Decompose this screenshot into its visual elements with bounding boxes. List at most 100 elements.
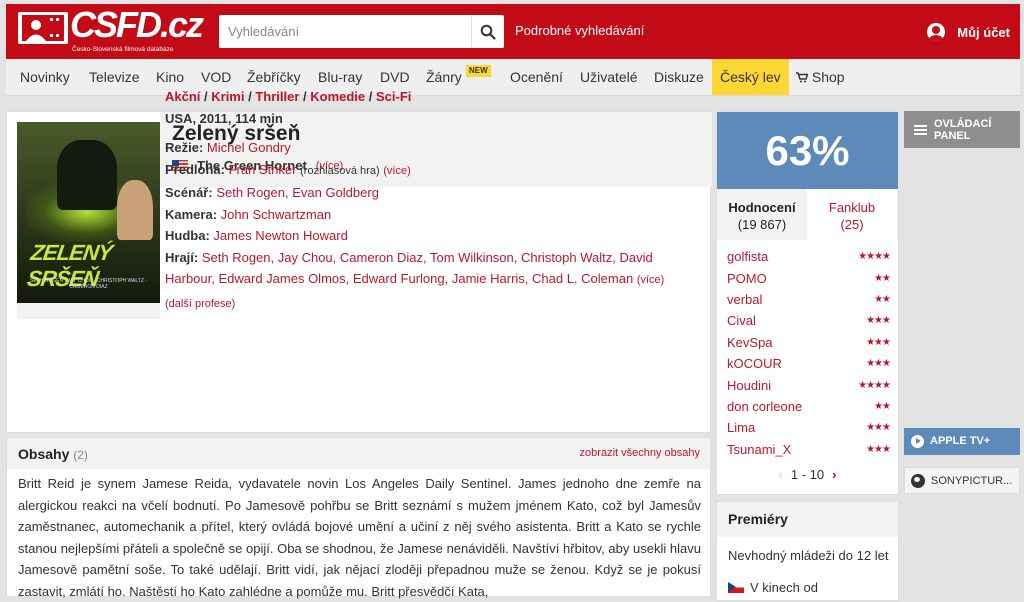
user-link[interactable]: Cival (727, 313, 756, 328)
user-link[interactable]: verbal (727, 292, 762, 307)
control-panel-label: OVLÁDACÍ PANEL (934, 118, 992, 142)
list-item: POMO ★★ (727, 267, 891, 288)
user-link[interactable]: Houdini (727, 378, 771, 393)
star-rating: ★★★ (866, 358, 891, 370)
more-link[interactable]: (více) (637, 274, 665, 286)
genre-link[interactable]: Komedie (310, 89, 365, 104)
control-panel-button[interactable]: OVLÁDACÍ PANEL (904, 111, 1020, 148)
cz-flag-icon (728, 582, 744, 593)
new-badge: NEW (466, 65, 491, 77)
more-professions-link[interactable]: (další profese) (165, 298, 235, 310)
rating-pager: ‹ 1 - 10 › (717, 467, 898, 482)
list-item: KevSpa ★★★ (727, 332, 891, 353)
list-item: Lima ★★★ (727, 417, 891, 438)
star-rating: ★★★★ (858, 251, 891, 263)
apple-tv-label: APPLE TV+ (930, 435, 991, 447)
cart-icon (796, 72, 809, 83)
user-link[interactable]: don corleone (727, 399, 802, 414)
genre-link[interactable]: Akční (165, 89, 200, 104)
advanced-search-link[interactable]: Podrobné vyhledávání (515, 23, 644, 38)
globe-icon (911, 474, 925, 488)
list-item: verbal ★★ (727, 289, 891, 310)
genre-link[interactable]: Sci-Fi (376, 89, 411, 104)
genre-link[interactable]: Krimi (211, 89, 244, 104)
page-range: 1 - 10 (790, 467, 825, 482)
account-label: Můj účet (957, 24, 1010, 40)
star-rating: ★★★ (866, 336, 891, 348)
rating-box: 63% Hodnocení (19 867) Fanklub (25) golfis… (716, 111, 899, 495)
tab-fanclub[interactable]: Fanklub (25) (807, 189, 897, 240)
user-link[interactable]: POMO (727, 271, 767, 286)
person-link[interactable]: James Newton Howard (213, 228, 347, 243)
star-rating: ★★ (874, 293, 891, 305)
film-poster[interactable]: ZELENÝ SRŠEŇ SETH ROGEN · JAY CHOU · CHR… (17, 122, 160, 319)
crew-camera: Kamera: John Schwartzman (165, 206, 332, 222)
search-icon (480, 24, 496, 40)
user-link[interactable]: golfista (727, 249, 768, 264)
user-link[interactable]: KevSpa (727, 335, 773, 350)
film-logo-icon (18, 12, 68, 44)
site-logo[interactable]: CSFD.cz Česko-Slovenská filmová databáze (18, 4, 204, 54)
person-link[interactable]: Seth Rogen, Evan Goldberg (216, 185, 379, 200)
account-menu[interactable]: Můj účet (927, 23, 1010, 41)
list-item: golfista ★★★★ (727, 246, 891, 267)
genre-link[interactable]: Thriller (255, 89, 299, 104)
star-rating: ★★★ (866, 443, 891, 455)
crew-writers: Scénář: Seth Rogen, Evan Goldberg (165, 185, 379, 200)
search-button[interactable] (471, 15, 504, 48)
summary-text: Britt Reid je synem Jamese Reida, vydava… (18, 476, 701, 599)
cinema-release: V kinech od (728, 580, 818, 595)
tab-ratings[interactable]: Hodnocení (19 867) (717, 189, 807, 240)
list-item: kOCOUR ★★★ (727, 353, 891, 374)
show-all-summaries-link[interactable]: zobrazit všechny obsahy (580, 447, 700, 459)
premieres-box: Premiéry Nevhodný mládeži do 12 let V ki… (716, 501, 899, 601)
age-rating: Nevhodný mládeži do 12 let (728, 548, 889, 563)
person-link[interactable]: Michel Gondry (207, 140, 291, 155)
sony-pictures-label: SONYPICTUR... (931, 475, 1013, 487)
list-item: don corleone ★★ (727, 396, 891, 417)
person-link[interactable]: John Schwartzman (221, 207, 332, 222)
search-box (219, 15, 504, 48)
search-input[interactable] (219, 15, 467, 48)
nav-cesky-lev[interactable]: Český lev (712, 59, 789, 95)
person-link[interactable]: Fran Striker (229, 162, 297, 177)
list-item: Cival ★★★ (727, 310, 891, 331)
next-page-icon[interactable]: › (832, 467, 836, 482)
nav-televize[interactable]: Televize (89, 59, 140, 95)
premieres-title: Premiéry (717, 502, 898, 537)
poster-credits: SETH ROGEN · JAY CHOU · CHRISTOPH WALTZ … (30, 278, 147, 290)
crew-music: Hudba: James Newton Howard (165, 228, 348, 243)
nav-shop[interactable]: Shop (796, 59, 845, 95)
user-icon (927, 23, 946, 41)
sony-pictures-link[interactable]: SONYPICTUR... (904, 467, 1020, 494)
film-origin: USA, 2011, 114 min (165, 110, 283, 126)
rating-percent: 63% (717, 112, 898, 189)
star-rating: ★★★ (866, 422, 891, 434)
summary-title: Obsahy (2) (18, 446, 88, 462)
logo-tagline: Česko-Slovenská filmová databáze (72, 46, 174, 53)
logo-wordmark: CSFD.cz (70, 4, 204, 45)
crew-director: Režie: Michel Gondry (165, 140, 291, 155)
crew-source: Předloha: Fran Striker (rozhlasová hra) … (165, 161, 411, 177)
cast-links[interactable]: Seth Rogen, Jay Chou, Cameron Diaz, Tom … (165, 250, 653, 287)
list-item: Tsunami_X ★★★ (727, 439, 891, 460)
nav-novinky[interactable]: Novinky (20, 59, 70, 95)
user-link[interactable]: Tsunami_X (727, 442, 791, 457)
star-rating: ★★ (874, 400, 891, 412)
more-link[interactable]: (více) (383, 165, 411, 177)
rating-tabs: Hodnocení (19 867) Fanklub (25) (717, 189, 898, 240)
menu-icon (914, 125, 927, 135)
play-icon (911, 435, 924, 448)
user-ratings-list: golfista ★★★★ POMO ★★ verbal ★★ Cival ★★★ Ke… (727, 246, 891, 460)
top-bar: CSFD.cz Česko-Slovenská filmová databáze… (6, 4, 1020, 59)
user-link[interactable]: Lima (727, 420, 755, 435)
crew-cast: Hrají: Seth Rogen, Jay Chou, Cameron Dia… (165, 249, 665, 287)
prev-page-icon[interactable]: ‹ (779, 467, 783, 482)
plot-summary: Obsahy (2) zobrazit všechny obsahy Britt… (6, 437, 711, 599)
star-rating: ★★ (874, 272, 891, 284)
nav-shop-label: Shop (811, 69, 845, 85)
apple-tv-link[interactable]: APPLE TV+ (904, 428, 1020, 455)
star-rating: ★★★★ (858, 379, 891, 391)
user-link[interactable]: kOCOUR (727, 356, 782, 371)
film-info: Akční / Krimi / Thriller / Komedie / Sci… (165, 86, 695, 315)
